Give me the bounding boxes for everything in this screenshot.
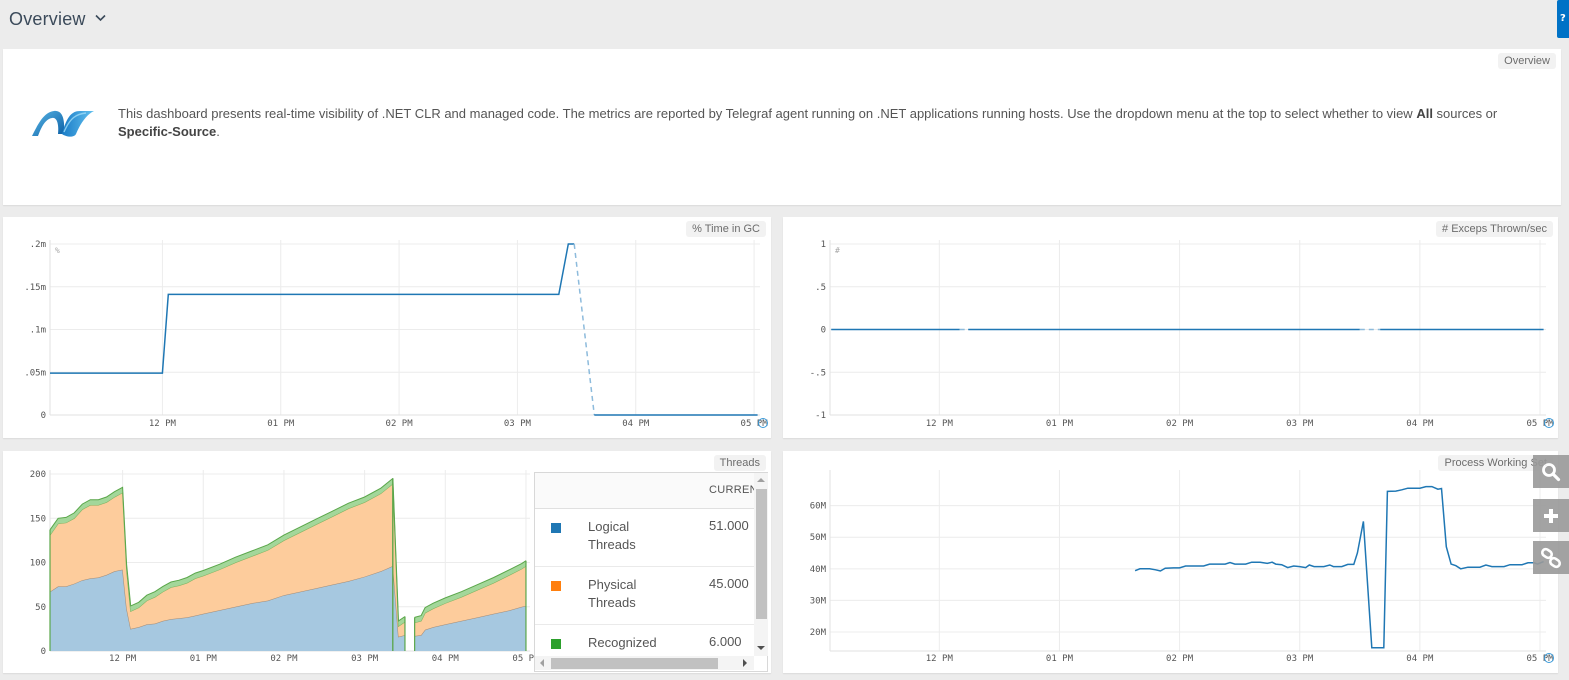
x-tick-label: 03 PM (1286, 654, 1314, 664)
threads-legend-table: CURRENT Logical Threads 51.000 Physical … (534, 472, 768, 672)
legend-series-name: Physical Threads (588, 577, 637, 610)
link-icon (1540, 547, 1562, 568)
x-tick-label: 04 PM (622, 419, 650, 429)
time-in-gc-panel: % Time in GC 0.05m .1m .15m .2m 12 PM 01 PM 02… (3, 217, 771, 438)
x-tick-label: 12 PM (149, 419, 177, 429)
x-tick-label: 04 PM (1406, 419, 1434, 429)
x-tick-label: 03 PM (351, 654, 379, 664)
y-tick-label: 0 (41, 411, 46, 421)
process-working-set-chart[interactable]: 20M 30M 40M 50M 60M 12 PM 01 PM 02 PM 03 PM 04 PM… (783, 451, 1558, 673)
x-tick-label: 03 PM (1286, 419, 1314, 429)
y-tick-label: .05m (24, 368, 46, 378)
grid (830, 470, 1546, 651)
overview-text-end: . (216, 124, 220, 139)
unit-icon: # (835, 246, 840, 255)
x-tick-label: 01 PM (1046, 419, 1074, 429)
x-tick-label: 02 PM (1166, 419, 1194, 429)
scroll-up-arrow-icon[interactable] (757, 478, 765, 482)
x-tick-label: 02 PM (270, 654, 298, 664)
overview-description: This dashboard presents real-time visibi… (118, 105, 1528, 141)
x-tick-label: 02 PM (1166, 654, 1194, 664)
dashboard-title: Overview (9, 9, 86, 29)
add-tool-button[interactable] (1533, 499, 1569, 532)
chevron-down-icon (95, 6, 106, 27)
help-icon: ? (1560, 13, 1566, 24)
legend-swatch (551, 581, 561, 591)
y-tick-label: 1 (821, 240, 826, 250)
panel-title: Threads (713, 455, 766, 471)
x-tick-label: 04 PM (432, 654, 460, 664)
y-tick-label: -1 (815, 411, 826, 421)
y-tick-label: -.5 (810, 368, 826, 378)
plus-icon (1544, 508, 1558, 523)
y-tick-label: .15m (24, 283, 46, 293)
y-tick-label: 50 (35, 603, 46, 613)
x-tick-label: 01 PM (267, 419, 295, 429)
legend-swatch (551, 639, 561, 649)
y-tick-label: 100 (30, 559, 46, 569)
dotnet-logo-icon (30, 106, 96, 142)
panel-title: Overview (1498, 53, 1556, 69)
dashboard-selector[interactable]: Overview (9, 6, 106, 30)
overview-text-mid: sources or (1432, 106, 1498, 121)
scroll-left-arrow-icon[interactable] (540, 659, 544, 667)
y-tick-label: .1m (30, 326, 46, 336)
x-tick-label: 12 PM (926, 419, 954, 429)
process-working-set-panel: Process Working Set 20M 30M 40M 50M 60M 12 PM… (783, 451, 1558, 673)
x-tick-label: 12 PM (926, 654, 954, 664)
help-button[interactable]: ? (1557, 0, 1569, 38)
grid (830, 240, 1546, 416)
y-tick-label: 0 (821, 326, 826, 336)
x-tick-label: 03 PM (504, 419, 532, 429)
series-line (50, 243, 575, 374)
time-in-gc-chart[interactable]: 0 .05m .1m .15m .2m 12 PM 01 PM 02 PM 03 PM 04 PM… (3, 217, 771, 438)
legend-series-value: 51.000 (709, 518, 749, 533)
x-tick-label: 02 PM (386, 419, 414, 429)
exceptions-thrown-panel: # Exceps Thrown/sec -1 -.5 0.5 1 12 PM 01 PM 0… (783, 217, 1558, 438)
y-tick-label: 40M (810, 565, 827, 575)
scrollbar-thumb[interactable] (551, 658, 718, 669)
scroll-down-arrow-icon[interactable] (757, 646, 765, 650)
top-bar: Overview ? (0, 0, 1569, 48)
legend-series-name: Logical Threads (588, 519, 636, 552)
grid (50, 240, 760, 416)
y-tick-label: 30M (810, 596, 827, 606)
y-tick-label: 20M (810, 628, 827, 638)
search-tool-button[interactable] (1533, 455, 1569, 488)
scroll-right-arrow-icon[interactable] (743, 659, 747, 667)
x-tick-label: 04 PM (1406, 654, 1434, 664)
link-tool-button[interactable] (1533, 541, 1569, 574)
legend-vertical-scrollbar[interactable] (754, 473, 768, 656)
x-tick-label: 12 PM (109, 654, 137, 664)
y-tick-label: .2m (30, 240, 46, 250)
overview-text-specific: Specific-Source (118, 124, 217, 139)
legend-row[interactable]: Physical Threads 45.000 (535, 567, 767, 625)
legend-header: CURRENT (535, 473, 767, 509)
legend-row[interactable]: Logical Threads 51.000 (535, 509, 767, 567)
legend-series-value: 45.000 (709, 576, 749, 591)
legend-horizontal-scrollbar[interactable] (535, 656, 754, 670)
x-tick-label: 01 PM (190, 654, 218, 664)
y-tick-label: 150 (30, 514, 46, 524)
y-tick-label: .5 (815, 283, 826, 293)
legend-series-value: 6.000 (709, 634, 742, 649)
legend-swatch (551, 523, 561, 533)
exceptions-thrown-chart[interactable]: -1-.50.5112 PM 01 PM 02 PM 03 PM 04 PM 05 PM# (783, 217, 1558, 438)
overview-text-main: This dashboard presents real-time visibi… (118, 106, 1417, 121)
scrollbar-thumb[interactable] (756, 489, 767, 619)
x-tick-label: 01 PM (1046, 654, 1074, 664)
y-tick-label: 60M (810, 502, 827, 512)
y-tick-label: 0 (41, 647, 46, 657)
unit-icon: % (55, 246, 60, 255)
overview-text-all: All (1416, 106, 1433, 121)
overview-panel: Overview This dashboard presents real-ti… (3, 49, 1561, 205)
search-icon (1542, 462, 1561, 481)
legend-series-name: Recognized (588, 635, 657, 650)
threads-chart[interactable]: 05010015020012 PM 01 PM 02 PM 03 PM 04 PM 05 … (3, 451, 543, 673)
series-line (1134, 485, 1544, 649)
y-tick-label: 50M (810, 533, 827, 543)
y-tick-label: 200 (30, 470, 46, 480)
